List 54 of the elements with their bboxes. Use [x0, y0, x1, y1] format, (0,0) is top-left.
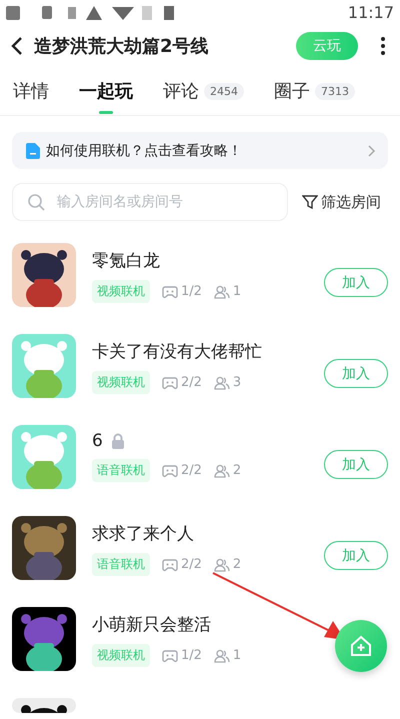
room-tag: 视频联机	[92, 280, 150, 303]
guide-banner[interactable]: 如何使用联机？点击查看攻略！	[12, 132, 388, 169]
room-tag: 语音联机	[92, 553, 150, 576]
tab[interactable]: 详情	[13, 79, 49, 115]
filter-button[interactable]: 筛选房间	[302, 192, 381, 212]
room-tag: 语音联机	[92, 459, 150, 482]
member-count: 1	[232, 648, 242, 663]
search-bar[interactable]: 输入房间名或房间号	[12, 183, 288, 221]
back-icon[interactable]	[10, 36, 24, 56]
gamepad-icon	[162, 464, 178, 478]
people-icon	[214, 558, 230, 572]
count-badge: 7313	[315, 82, 355, 100]
tab-indicator	[99, 111, 113, 114]
slots-count: 2/2	[181, 375, 202, 390]
member-count: 3	[232, 375, 242, 390]
people-icon	[214, 648, 230, 662]
room-name: 求求了来个人	[92, 523, 194, 545]
tab-label: 详情	[13, 80, 49, 103]
count-badge: 2454	[204, 82, 244, 100]
gamepad-icon	[162, 648, 178, 662]
member-count: 2	[232, 557, 242, 572]
page-title: 造梦洪荒大劫篇2号线	[34, 35, 210, 58]
people-icon	[214, 284, 230, 298]
funnel-icon	[302, 194, 318, 210]
slots-count: 1/2	[181, 284, 202, 299]
tab-label: 一起玩	[79, 80, 133, 103]
gamepad-icon	[162, 284, 178, 298]
document-icon	[26, 142, 40, 158]
room-name: 6	[92, 431, 103, 451]
room-tag: 视频联机	[92, 644, 150, 667]
slots-count: 1/2	[181, 648, 202, 663]
tab-label: 评论	[163, 80, 199, 103]
people-icon	[214, 464, 230, 478]
home-plus-icon	[350, 635, 372, 657]
notification-icon	[6, 4, 102, 20]
tab-label: 圈子	[274, 80, 310, 103]
room-name: 小萌新只会整活	[92, 614, 211, 636]
room-name: 卡关了有没有大佬帮忙	[92, 341, 262, 363]
chevron-right-icon	[368, 144, 376, 156]
member-count: 1	[232, 284, 242, 299]
tab[interactable]: 圈子 7313	[274, 79, 355, 115]
room-name: 零氪白龙	[92, 250, 160, 272]
status-time: 11:17	[348, 3, 394, 22]
search-icon	[27, 193, 45, 211]
tab[interactable]: 一起玩	[79, 79, 133, 115]
guide-text: 如何使用联机？点击查看攻略！	[46, 142, 243, 160]
slots-count: 2/2	[181, 463, 202, 478]
people-icon	[214, 376, 230, 390]
slots-count: 2/2	[181, 557, 202, 572]
gamepad-icon	[162, 558, 178, 572]
tab[interactable]: 评论 2454	[163, 79, 244, 115]
gamepad-icon	[162, 376, 178, 390]
member-count: 2	[232, 463, 242, 478]
room-tag: 视频联机	[92, 371, 150, 394]
